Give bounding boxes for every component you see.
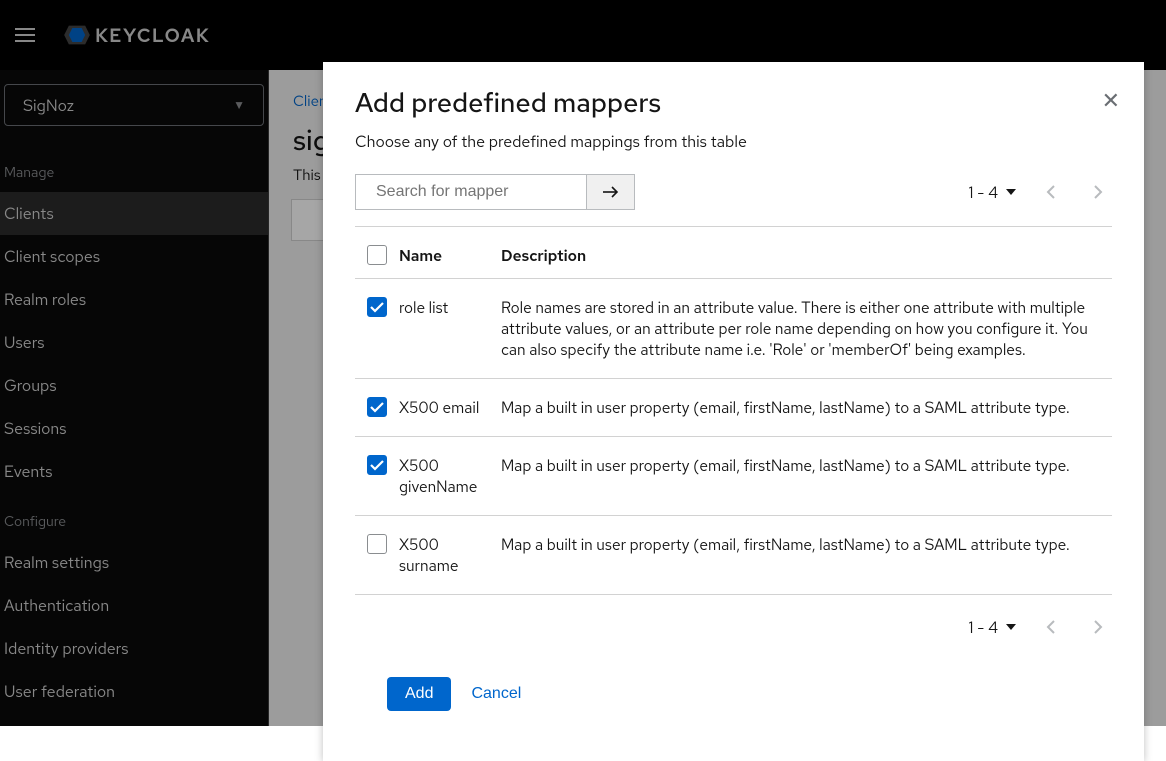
arrow-right-icon <box>603 186 619 198</box>
mapper-name: X500 email <box>399 397 501 418</box>
row-checkbox[interactable] <box>367 534 387 554</box>
page-range-selector[interactable]: 1 - 4 <box>968 182 1016 203</box>
dialog-description: Choose any of the predefined mappings fr… <box>355 131 1112 152</box>
mapper-search-wrapper <box>355 174 587 210</box>
chevron-right-icon <box>1094 185 1103 199</box>
row-checkbox[interactable] <box>367 455 387 475</box>
column-header-name: Name <box>399 245 501 266</box>
mapper-name: X500 surname <box>399 534 501 576</box>
caret-down-icon <box>1006 622 1016 632</box>
page-range-selector-bottom[interactable]: 1 - 4 <box>968 617 1016 638</box>
mapper-description: Role names are stored in an attribute va… <box>501 297 1112 360</box>
select-all-checkbox[interactable] <box>367 245 387 265</box>
mapper-name: X500 givenName <box>399 455 501 497</box>
row-checkbox[interactable] <box>367 397 387 417</box>
mapper-description: Map a built in user property (email, fir… <box>501 534 1112 576</box>
table-row: X500 emailMap a built in user property (… <box>355 379 1112 437</box>
page-next-button[interactable] <box>1084 178 1112 206</box>
add-button[interactable]: Add <box>387 677 451 711</box>
page-prev-button-bottom[interactable] <box>1036 613 1064 641</box>
page-next-button-bottom[interactable] <box>1084 613 1112 641</box>
mapper-name: role list <box>399 297 501 360</box>
chevron-right-icon <box>1094 620 1103 634</box>
search-submit-button[interactable] <box>587 174 635 210</box>
dialog-title: Add predefined mappers <box>355 86 1112 121</box>
table-row: X500 givenNameMap a built in user proper… <box>355 437 1112 516</box>
close-icon[interactable]: ✕ <box>1102 86 1120 115</box>
cancel-button[interactable]: Cancel <box>471 685 521 703</box>
page-range-label: 1 - 4 <box>968 182 998 203</box>
mapper-table: Name Description role listRole names are… <box>355 226 1112 595</box>
table-row: role listRole names are stored in an att… <box>355 279 1112 379</box>
add-predefined-mappers-dialog: Add predefined mappers Choose any of the… <box>323 62 1144 761</box>
mapper-description: Map a built in user property (email, fir… <box>501 397 1112 418</box>
chevron-left-icon <box>1046 620 1055 634</box>
caret-down-icon <box>1006 187 1016 197</box>
mapper-search-input[interactable] <box>376 183 583 201</box>
column-header-description: Description <box>501 245 1112 266</box>
table-row: X500 surnameMap a built in user property… <box>355 516 1112 595</box>
page-range-label: 1 - 4 <box>968 617 998 638</box>
row-checkbox[interactable] <box>367 297 387 317</box>
chevron-left-icon <box>1046 185 1055 199</box>
page-prev-button[interactable] <box>1036 178 1064 206</box>
mapper-description: Map a built in user property (email, fir… <box>501 455 1112 497</box>
